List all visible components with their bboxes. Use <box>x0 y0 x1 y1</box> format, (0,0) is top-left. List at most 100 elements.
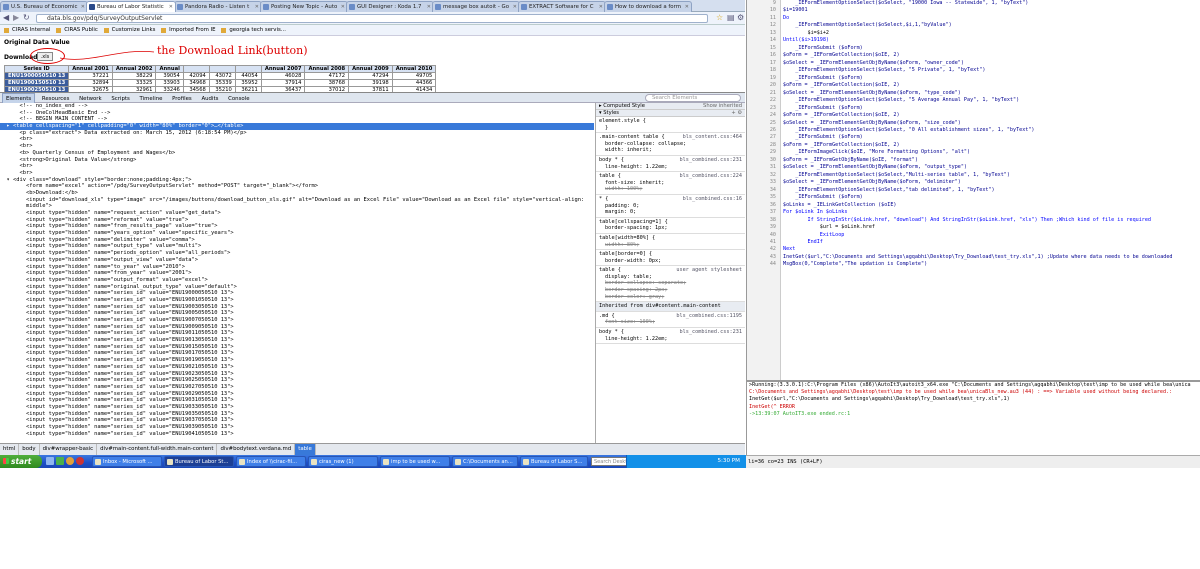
tab-koda[interactable]: GUI Designer : Koda 1.7 ✕ <box>346 1 434 12</box>
dom-node[interactable]: middle"> <box>0 203 594 210</box>
code-line[interactable]: _IEFormSubmit ($oForm) <box>783 105 1172 112</box>
style-rule[interactable]: table[border=0] {border-width: 0px; <box>596 250 745 267</box>
style-rule[interactable]: * {bls_combined.css:16 padding: 0; margin:… <box>596 195 745 218</box>
dom-node[interactable]: <input id="download_xls" type="image" sr… <box>0 197 594 204</box>
dom-node[interactable]: <input type="hidden" name="series_id" va… <box>0 337 594 344</box>
quicklaunch-icon[interactable] <box>76 457 84 465</box>
dom-node[interactable]: <input type="hidden" name="series_id" va… <box>0 431 594 438</box>
style-property[interactable]: border-spacing: 2px; <box>599 287 742 294</box>
tab-extract[interactable]: EXTRACT Software for C ✕ <box>518 1 606 12</box>
rule-source-link[interactable]: bls_content.css:464 <box>683 134 742 141</box>
tab-posting[interactable]: Posting New Topic - Auto ✕ <box>260 1 348 12</box>
code-line[interactable]: _IEFormImageClick($oIE, "More Formatting… <box>783 149 1172 156</box>
forward-icon[interactable]: ▶ <box>13 13 19 22</box>
quicklaunch-icon[interactable] <box>66 457 74 465</box>
code-line[interactable]: $oSelect = _IEFormElementGetObjByName($o… <box>783 179 1172 186</box>
style-property[interactable]: border-spacing: 1px; <box>599 225 742 232</box>
tab-google[interactable]: message box autoit - Go ✕ <box>432 1 520 12</box>
computed-style-header[interactable]: ▸ Computed Style Show inherited <box>596 103 745 110</box>
code-line[interactable]: $oForm = _IEFormGetCollection($oIE, 2) <box>783 142 1172 149</box>
dom-node[interactable]: <b> Quarterly Census of Employment and W… <box>0 150 594 157</box>
dom-node[interactable]: <!-- no_index_end --> <box>0 103 594 110</box>
dom-node[interactable]: <input type="hidden" name="delimiter" va… <box>0 237 594 244</box>
style-rule[interactable]: body * {bls_combined.css:231 line-height:… <box>596 328 745 345</box>
code-line[interactable]: _IEFormElementOptionSelect($oSelect, "0 … <box>783 127 1172 134</box>
dom-node[interactable]: <input type="hidden" name="series_id" va… <box>0 330 594 337</box>
tab-bea[interactable]: U.S. Bureau of Economic ✕ <box>0 1 88 12</box>
code-line[interactable]: $oForm = _IEFormGetCollection($oIE, 2) <box>783 112 1172 119</box>
code-line[interactable]: $oSelect = _IEFormElementGetObjByName($o… <box>783 164 1172 171</box>
taskbar-item[interactable]: Bureau of Labor St... <box>164 456 234 467</box>
breadcrumb-item[interactable]: table <box>295 444 316 455</box>
code-line[interactable]: EndIf <box>783 239 1172 246</box>
rule-source-link[interactable]: bls_combined.css:16 <box>683 196 742 203</box>
search-elements-input[interactable]: Search Elements <box>645 94 741 102</box>
style-property[interactable]: line-height: 1.22em; <box>599 336 742 343</box>
style-property[interactable]: font-size: inherit; <box>599 180 742 187</box>
reload-icon[interactable]: ↻ <box>23 13 30 22</box>
url-input[interactable]: data.bls.gov/pdq/SurveyOutputServlet <box>36 14 708 23</box>
dom-node[interactable]: <input type="hidden" name="series_id" va… <box>0 304 594 311</box>
back-icon[interactable]: ◀ <box>3 13 9 22</box>
code-line[interactable]: _IEFormElementOptionSelect($oSelect,"Mul… <box>783 172 1172 179</box>
code-line[interactable]: $oForm = _IEFormGetCollection($oIE, 2) <box>783 52 1172 59</box>
code-line[interactable]: $i=19001 <box>783 7 1172 14</box>
dom-node[interactable]: <input type="hidden" name="request_actio… <box>0 210 594 217</box>
close-tab-icon[interactable]: ✕ <box>513 2 517 12</box>
close-tab-icon[interactable]: ✕ <box>427 2 431 12</box>
taskbar-item[interactable]: ciras_new (1) <box>308 456 378 467</box>
dom-node[interactable]: <input type="hidden" name="series_id" va… <box>0 384 594 391</box>
dom-node[interactable]: <input type="hidden" name="reformat" val… <box>0 217 594 224</box>
close-tab-icon[interactable]: ✕ <box>81 2 85 12</box>
styles-tools-icon[interactable]: + ⚙ <box>731 110 745 117</box>
dom-node[interactable]: ▸ <table cellspacing="1" cellpadding="0"… <box>0 123 594 130</box>
code-line[interactable]: $oLinks = _IELinkGetCollection ($oIE) <box>783 202 1172 209</box>
dom-node[interactable]: <input type="hidden" name="to_year" valu… <box>0 264 594 271</box>
code-line[interactable]: _IEFormElementOptionSelect($oSelect, "5 … <box>783 97 1172 104</box>
code-line[interactable]: InetGet($url,"C:\Documents and Settings\… <box>783 254 1172 261</box>
code-line[interactable]: $url = $oLink.href <box>783 224 1172 231</box>
tab-pandora[interactable]: Pandora Radio - Listen t ✕ <box>174 1 262 12</box>
rule-source-link[interactable]: bls_combined.css:231 <box>680 329 742 336</box>
dom-node[interactable]: <br> <box>0 136 594 143</box>
code-line[interactable]: $oForm = _IEFormGetCollection($oIE, 2) <box>783 82 1172 89</box>
style-rule[interactable]: .md {bls_combined.css:1195 font-size: 100… <box>596 312 745 329</box>
dom-node[interactable]: <!-- BEGIN MAIN CONTENT --> <box>0 116 594 123</box>
dom-node[interactable]: <b>Download:</b> <box>0 190 594 197</box>
dom-node[interactable]: <input type="hidden" name="series_id" va… <box>0 404 594 411</box>
dom-node[interactable]: <input type="hidden" name="series_id" va… <box>0 324 594 331</box>
dom-node[interactable]: <input type="hidden" name="original_outp… <box>0 284 594 291</box>
dom-node[interactable]: <br> <box>0 143 594 150</box>
style-property[interactable]: border-width: 0px; <box>599 258 742 265</box>
start-button[interactable]: start <box>0 455 42 468</box>
dom-node[interactable]: <input type="hidden" name="series_id" va… <box>0 350 594 357</box>
dom-node[interactable]: <input type="hidden" name="output_type" … <box>0 243 594 250</box>
dom-node[interactable]: <input type="hidden" name="series_id" va… <box>0 357 594 364</box>
code-line[interactable]: For $oLink In $oLinks <box>783 209 1172 216</box>
bookmark-item[interactable]: CIRAS Internal <box>4 25 50 35</box>
tab-howto[interactable]: How to download a form ✕ <box>604 1 692 12</box>
style-rule[interactable]: table[width=80%] {width: 80%; <box>596 234 745 251</box>
style-property[interactable]: border-collapse: collapse; <box>599 141 742 148</box>
style-rule[interactable]: .main-content table {bls_content.css:464… <box>596 133 745 156</box>
taskbar-item[interactable]: imp to be used w... <box>380 456 450 467</box>
dom-node[interactable]: <input type="hidden" name="years_option"… <box>0 230 594 237</box>
styles-header[interactable]: ▾ Styles + ⚙ <box>596 110 745 117</box>
taskbar-item[interactable]: Bureau of Labor S... <box>520 456 588 467</box>
code-line[interactable]: ExitLoop <box>783 232 1172 239</box>
code-line[interactable]: $i=$i+2 <box>783 30 1172 37</box>
style-property[interactable]: display: table; <box>599 274 742 281</box>
quicklaunch-icon[interactable] <box>56 457 64 465</box>
style-property[interactable]: border-collapse: separate; <box>599 280 742 287</box>
dom-node[interactable]: <input type="hidden" name="periods_optio… <box>0 250 594 257</box>
dom-node[interactable]: <input type="hidden" name="from_year" va… <box>0 270 594 277</box>
code-line[interactable]: _IEFormElementOptionSelect($oSelect, "19… <box>783 0 1172 7</box>
dom-node[interactable]: <form name="excel" action="/pdq/SurveyOu… <box>0 183 594 190</box>
bookmark-item[interactable]: Customize Links <box>103 25 155 35</box>
close-tab-icon[interactable]: ✕ <box>685 2 689 12</box>
bookmark-item[interactable]: georgia tech servis... <box>221 25 286 35</box>
bookmark-item[interactable]: CIRAS Public <box>56 25 98 35</box>
output-pane[interactable]: >Running:(3.3.0.1):C:\Program Files (x86… <box>747 380 1200 455</box>
dom-node[interactable]: <br> <box>0 163 594 170</box>
code-line[interactable]: MsgBox(0,"Complete","The updation is Com… <box>783 261 1172 268</box>
